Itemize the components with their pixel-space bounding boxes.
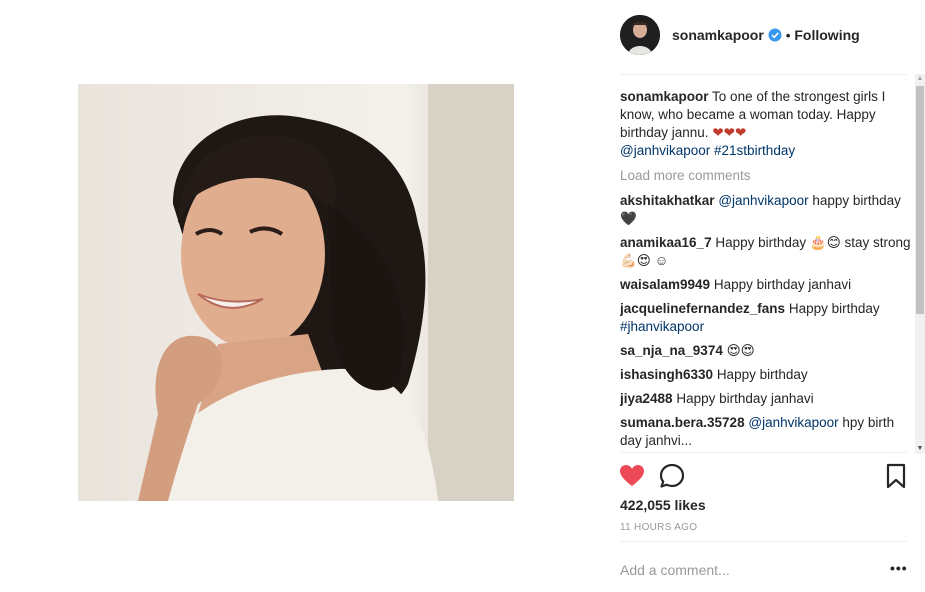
comment-item: ishasingh6330 Happy birthday	[620, 366, 912, 384]
comment-text: Happy birthday janhavi	[676, 391, 814, 406]
comment-text: 😍😍	[726, 343, 755, 358]
scroll-down-arrow-icon[interactable]: ▼	[915, 444, 925, 454]
caption: sonamkapoor To one of the strongest girl…	[620, 88, 912, 160]
scrollbar-thumb[interactable]	[916, 86, 924, 314]
load-more-comments[interactable]: Load more comments	[620, 168, 912, 183]
caption-mention[interactable]: @janhvikapoor	[620, 143, 710, 158]
comment-item: jiya2488 Happy birthday janhavi	[620, 390, 912, 408]
comment-mention[interactable]: @janhvikapoor	[718, 193, 808, 208]
comment-hashtag[interactable]: #jhanvikapoor	[620, 319, 704, 334]
comment-item: jacquelinefernandez_fans Happy birthday …	[620, 300, 912, 336]
comment-text: Happy birthday	[788, 301, 880, 316]
hearts-emoji: ❤❤❤	[712, 125, 747, 140]
actions-divider	[620, 452, 907, 453]
post-timestamp[interactable]: 11 HOURS AGO	[620, 522, 697, 533]
comment-item: waisalam9949 Happy birthday janhavi	[620, 276, 912, 294]
caption-hashtag[interactable]: #21stbirthday	[714, 143, 795, 158]
caption-username[interactable]: sonamkapoor	[620, 89, 709, 104]
comment-username[interactable]: anamikaa16_7	[620, 235, 712, 250]
bookmark-icon[interactable]	[882, 462, 910, 490]
post-photo[interactable]	[78, 84, 514, 501]
comment-mention[interactable]: @janhvikapoor	[748, 415, 838, 430]
comment-item: sa_nja_na_9374 😍😍	[620, 342, 912, 360]
following-button[interactable]: Following	[794, 27, 859, 43]
comment-text: Happy birthday	[716, 367, 808, 382]
comments-scrollbar[interactable]: ▲ ▼	[915, 74, 925, 454]
comment-username[interactable]: ishasingh6330	[620, 367, 713, 382]
post-username[interactable]: sonamkapoor	[672, 27, 764, 43]
avatar[interactable]	[620, 15, 660, 55]
comments-list[interactable]: sonamkapoor To one of the strongest girl…	[620, 88, 912, 450]
comment-item: akshitakhatkar @janhvikapoor happy birth…	[620, 192, 912, 228]
comment-username[interactable]: sa_nja_na_9374	[620, 343, 723, 358]
action-bar	[618, 462, 910, 490]
separator-dot: •	[785, 27, 791, 43]
heart-icon[interactable]	[618, 462, 646, 490]
comment-text: Happy birthday janhavi	[713, 277, 852, 292]
comment-divider	[620, 541, 907, 542]
comment-username[interactable]: sumana.bera.35728	[620, 415, 745, 430]
add-comment-input[interactable]	[620, 558, 878, 582]
comment-icon[interactable]	[658, 462, 686, 490]
scroll-up-arrow-icon[interactable]: ▲	[915, 74, 925, 84]
comment-username[interactable]: jacquelinefernandez_fans	[620, 301, 785, 316]
more-options-button[interactable]: •••	[890, 560, 908, 576]
likes-count[interactable]: 422,055 likes	[620, 497, 706, 513]
comment-username[interactable]: akshitakhatkar	[620, 193, 715, 208]
comment-username[interactable]: jiya2488	[620, 391, 673, 406]
comment-item: anamikaa16_7 Happy birthday 🎂😊 stay stro…	[620, 234, 912, 270]
header-divider	[620, 74, 907, 75]
verified-badge-icon	[768, 28, 782, 42]
post-header: sonamkapoor • Following	[620, 14, 910, 56]
comment-username[interactable]: waisalam9949	[620, 277, 710, 292]
comment-item: sumana.bera.35728 @janhvikapoor hpy birt…	[620, 414, 912, 450]
